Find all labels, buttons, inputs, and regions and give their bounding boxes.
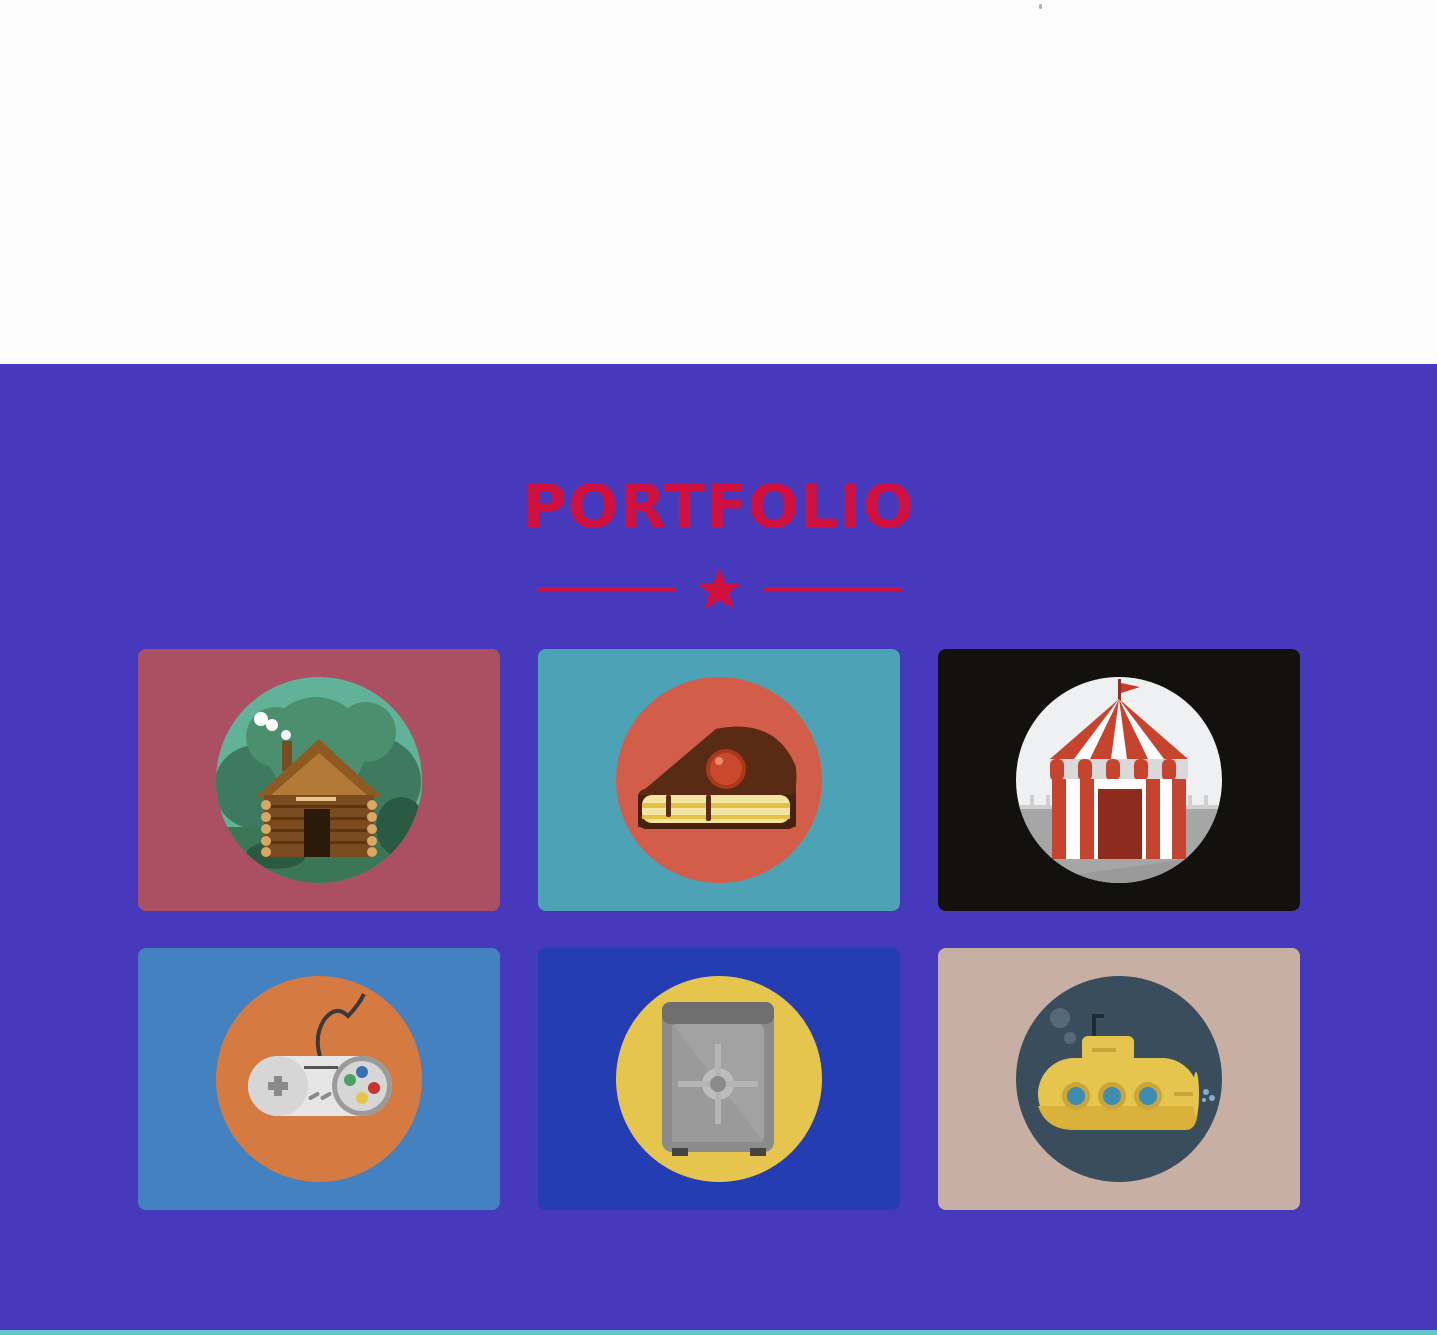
portfolio-item-safe[interactable]	[538, 948, 900, 1210]
circus-tent-icon	[1016, 677, 1222, 883]
section-title: PORTFOLIO	[522, 472, 915, 542]
divider-line-left	[537, 587, 676, 591]
star-icon	[697, 568, 741, 609]
divider-line-right	[763, 587, 902, 591]
portfolio-item-submarine[interactable]	[938, 948, 1300, 1210]
safe-icon	[616, 976, 822, 1182]
cake-slice-icon	[616, 677, 822, 883]
portfolio-item-cabin[interactable]	[138, 649, 500, 911]
portfolio-item-cake[interactable]	[538, 649, 900, 911]
scroll-indicator	[1039, 4, 1042, 9]
top-blank-area	[0, 0, 1437, 364]
portfolio-item-controller[interactable]	[138, 948, 500, 1210]
footer-strip	[0, 1330, 1437, 1335]
submarine-icon	[1016, 976, 1222, 1182]
log-cabin-icon	[216, 677, 422, 883]
star-divider	[537, 568, 902, 609]
game-controller-icon	[216, 976, 422, 1182]
portfolio-item-circus[interactable]	[938, 649, 1300, 911]
